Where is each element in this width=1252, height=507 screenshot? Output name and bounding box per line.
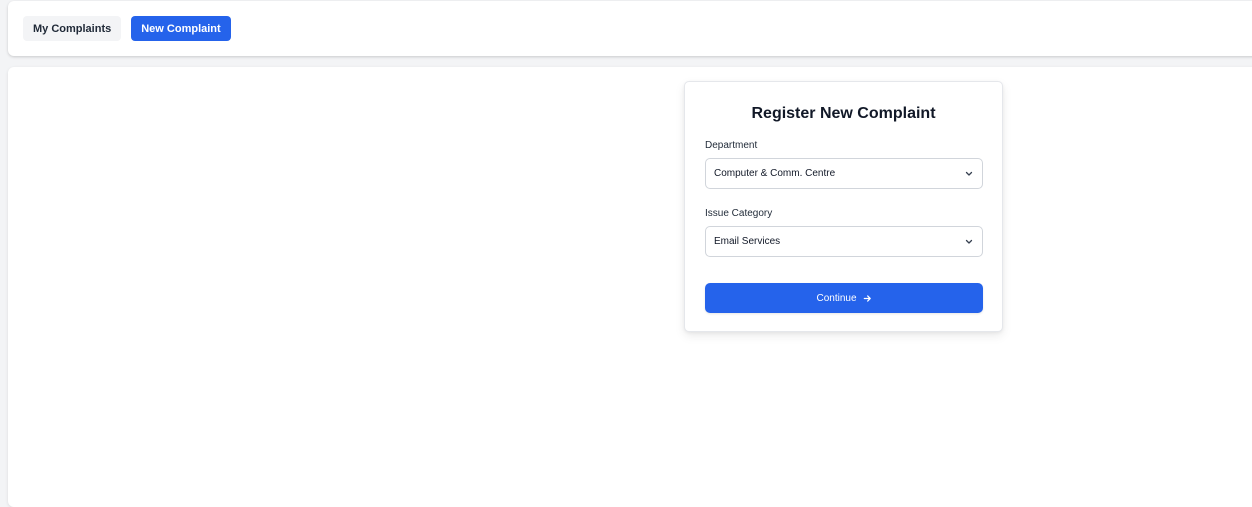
department-selected-value: Computer & Comm. Centre: [714, 168, 836, 179]
new-complaint-tab[interactable]: New Complaint: [131, 16, 231, 41]
my-complaints-tab[interactable]: My Complaints: [23, 16, 122, 41]
top-navigation-bar: My Complaints New Complaint: [8, 1, 1252, 56]
chevron-down-icon: [964, 237, 974, 247]
continue-button[interactable]: Continue: [705, 283, 983, 313]
complaint-form-card: Register New Complaint Department Comput…: [684, 81, 1003, 332]
issue-category-selected-value: Email Services: [714, 236, 781, 247]
chevron-down-icon: [964, 169, 974, 179]
issue-category-label: Issue Category: [705, 208, 773, 219]
arrow-right-icon: [863, 294, 872, 303]
department-label: Department: [705, 140, 758, 151]
main-content-panel: Register New Complaint Department Comput…: [8, 67, 1252, 507]
form-title: Register New Complaint: [751, 105, 936, 122]
department-select[interactable]: Computer & Comm. Centre: [705, 158, 983, 189]
continue-label: Continue: [816, 292, 857, 304]
issue-category-select[interactable]: Email Services: [705, 226, 983, 257]
